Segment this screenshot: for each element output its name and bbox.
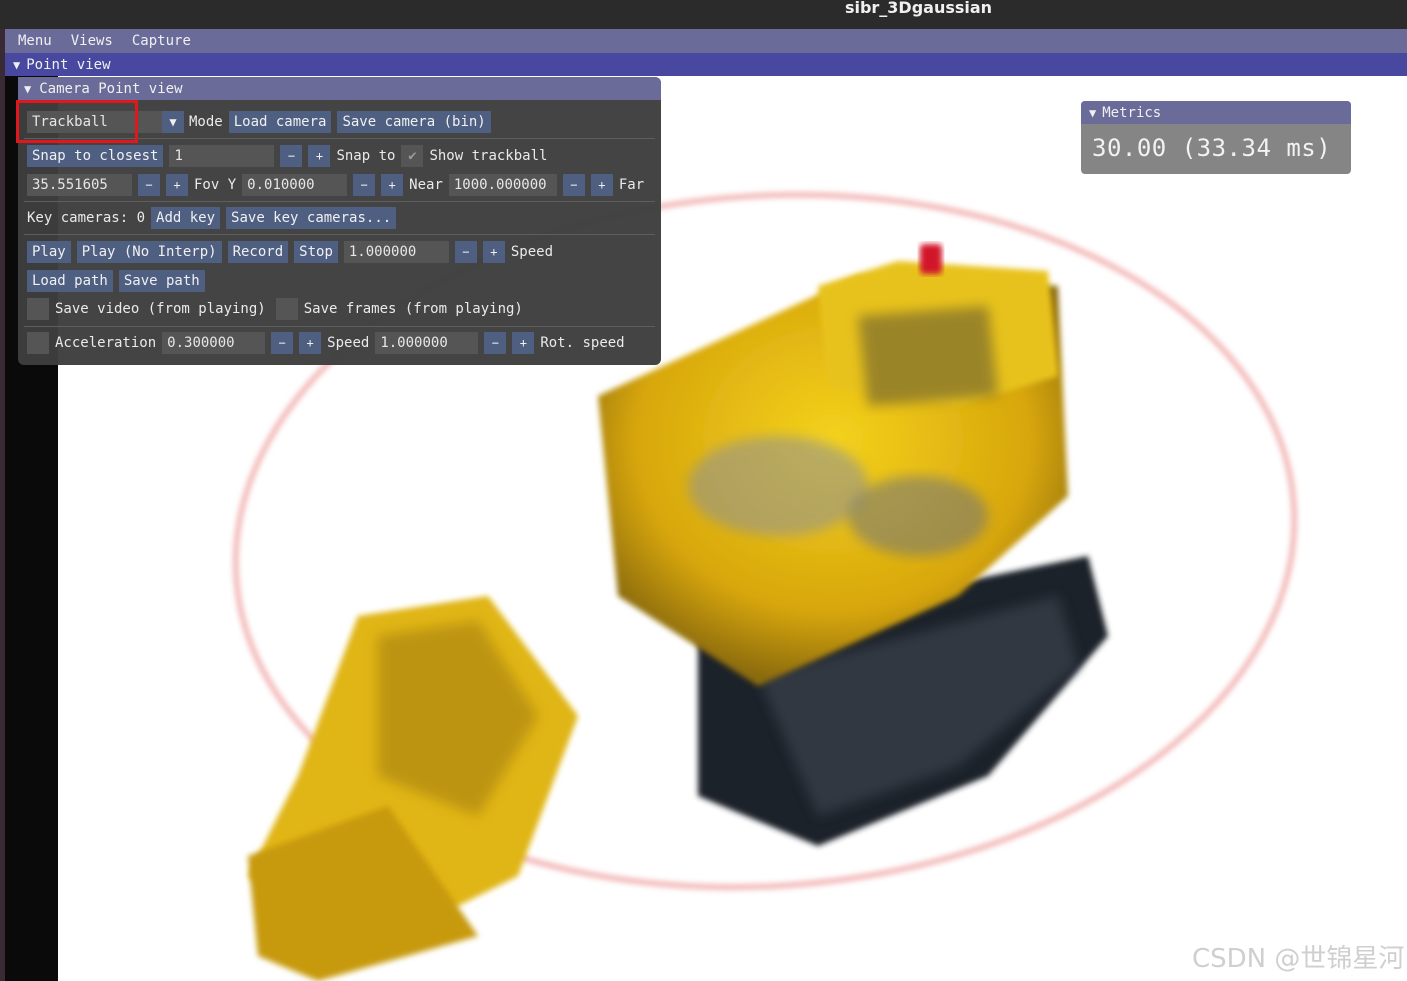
menubar: Menu Views Capture bbox=[5, 29, 1407, 53]
snap-plus-button[interactable]: + bbox=[308, 145, 331, 167]
acceleration-label: Acceleration bbox=[55, 335, 157, 351]
far-plus-button[interactable]: + bbox=[590, 174, 613, 196]
cab-window bbox=[858, 306, 998, 406]
chevron-down-icon[interactable]: ▼ bbox=[162, 111, 184, 133]
save-frames-checkbox[interactable] bbox=[275, 298, 298, 320]
speed2-label: Speed bbox=[327, 335, 370, 351]
fov-plus-button[interactable]: + bbox=[166, 174, 188, 196]
watermark: CSDN @世锦星河 bbox=[1192, 944, 1405, 974]
camera-panel-title: Camera Point view bbox=[39, 80, 183, 97]
save-output-row: Save video (from playing) Save frames (f… bbox=[27, 298, 529, 320]
metrics-header[interactable]: ▼ Metrics bbox=[1081, 101, 1351, 124]
acceleration-row: Acceleration 0.300000 − + Speed 1.000000… bbox=[27, 332, 631, 354]
far-minus-button[interactable]: − bbox=[562, 174, 585, 196]
speed2-minus-button[interactable]: − bbox=[484, 332, 507, 354]
speed-plus-button[interactable]: + bbox=[482, 241, 505, 263]
far-label: Far bbox=[618, 177, 645, 193]
save-camera-button[interactable]: Save camera (bin) bbox=[337, 111, 491, 133]
show-trackball-label: Show trackball bbox=[429, 148, 548, 164]
save-video-label: Save video (from playing) bbox=[55, 301, 266, 317]
near-minus-button[interactable]: − bbox=[353, 174, 376, 196]
record-button[interactable]: Record bbox=[227, 241, 289, 263]
point-view-header[interactable]: ▼ Point view bbox=[5, 53, 1407, 76]
collapse-triangle-icon: ▼ bbox=[1089, 105, 1097, 120]
fov-row: 35.551605 − + Fov Y 0.010000 − + Near 10… bbox=[27, 174, 650, 196]
highlight-box bbox=[16, 100, 138, 143]
metrics-title: Metrics bbox=[1102, 104, 1162, 121]
divider bbox=[24, 326, 655, 327]
play-no-interp-button[interactable]: Play (No Interp) bbox=[76, 241, 222, 263]
machinery-grey bbox=[688, 436, 868, 536]
speed-label: Speed bbox=[510, 244, 554, 260]
snap-value-input[interactable]: 1 bbox=[169, 145, 275, 167]
load-path-button[interactable]: Load path bbox=[27, 270, 113, 292]
divider bbox=[24, 234, 655, 235]
save-path-button[interactable]: Save path bbox=[118, 270, 205, 292]
machinery-grey-2 bbox=[848, 476, 988, 556]
add-key-button[interactable]: Add key bbox=[151, 207, 221, 229]
camera-panel-header[interactable]: ▼ Camera Point view bbox=[18, 77, 661, 100]
far-value-input[interactable]: 1000.000000 bbox=[448, 174, 557, 196]
speed-value-input[interactable]: 1.000000 bbox=[343, 241, 449, 263]
near-label: Near bbox=[409, 177, 443, 193]
near-plus-button[interactable]: + bbox=[381, 174, 404, 196]
snap-to-label: Snap to bbox=[336, 148, 396, 164]
rot-speed-label: Rot. speed bbox=[540, 335, 625, 351]
acceleration-plus-button[interactable]: + bbox=[299, 332, 322, 354]
fov-value-input[interactable]: 35.551605 bbox=[27, 174, 132, 196]
load-camera-button[interactable]: Load camera bbox=[228, 111, 332, 133]
fov-label: Fov Y bbox=[194, 177, 237, 193]
save-key-cameras-button[interactable]: Save key cameras... bbox=[226, 207, 397, 229]
path-row: Load path Save path bbox=[27, 270, 211, 292]
speed2-value-input[interactable]: 1.000000 bbox=[375, 332, 479, 354]
window-title: sibr_3Dgaussian bbox=[844, 0, 993, 17]
collapse-triangle-icon: ▼ bbox=[13, 57, 21, 72]
point-view-label: Point view bbox=[26, 56, 111, 73]
fps-readout: 30.00 (33.34 ms) bbox=[1092, 134, 1332, 162]
acceleration-checkbox[interactable] bbox=[27, 332, 49, 354]
speed2-plus-button[interactable]: + bbox=[512, 332, 535, 354]
menu-item-views[interactable]: Views bbox=[71, 33, 113, 49]
play-button[interactable]: Play bbox=[27, 241, 71, 263]
mode-label: Mode bbox=[189, 114, 223, 130]
near-value-input[interactable]: 0.010000 bbox=[242, 174, 348, 196]
save-frames-label: Save frames (from playing) bbox=[303, 301, 523, 317]
speed-minus-button[interactable]: − bbox=[454, 241, 477, 263]
checkmark-icon: ✔ bbox=[408, 148, 417, 164]
key-cameras-label: Key cameras: 0 bbox=[27, 210, 146, 226]
snap-minus-button[interactable]: − bbox=[280, 145, 303, 167]
divider bbox=[24, 201, 655, 202]
save-video-checkbox[interactable] bbox=[27, 298, 49, 320]
snap-to-closest-button[interactable]: Snap to closest bbox=[27, 145, 164, 167]
metrics-panel: ▼ Metrics 30.00 (33.34 ms) bbox=[1081, 101, 1351, 174]
snap-row: Snap to closest 1 − + Snap to ✔ Show tra… bbox=[27, 145, 553, 167]
stop-button[interactable]: Stop bbox=[294, 241, 338, 263]
menu-item-menu[interactable]: Menu bbox=[18, 33, 52, 49]
key-cameras-row: Key cameras: 0 Add key Save key cameras.… bbox=[27, 207, 402, 229]
menu-item-capture[interactable]: Capture bbox=[132, 33, 191, 49]
beacon-light bbox=[920, 244, 942, 274]
window-titlebar: sibr_3Dgaussian bbox=[0, 0, 1407, 29]
collapse-triangle-icon: ▼ bbox=[24, 81, 32, 96]
playback-row: Play Play (No Interp) Record Stop 1.0000… bbox=[27, 241, 559, 263]
show-trackball-checkbox[interactable]: ✔ bbox=[401, 145, 424, 167]
fov-minus-button[interactable]: − bbox=[138, 174, 160, 196]
acceleration-value-input[interactable]: 0.300000 bbox=[162, 332, 266, 354]
acceleration-minus-button[interactable]: − bbox=[271, 332, 294, 354]
